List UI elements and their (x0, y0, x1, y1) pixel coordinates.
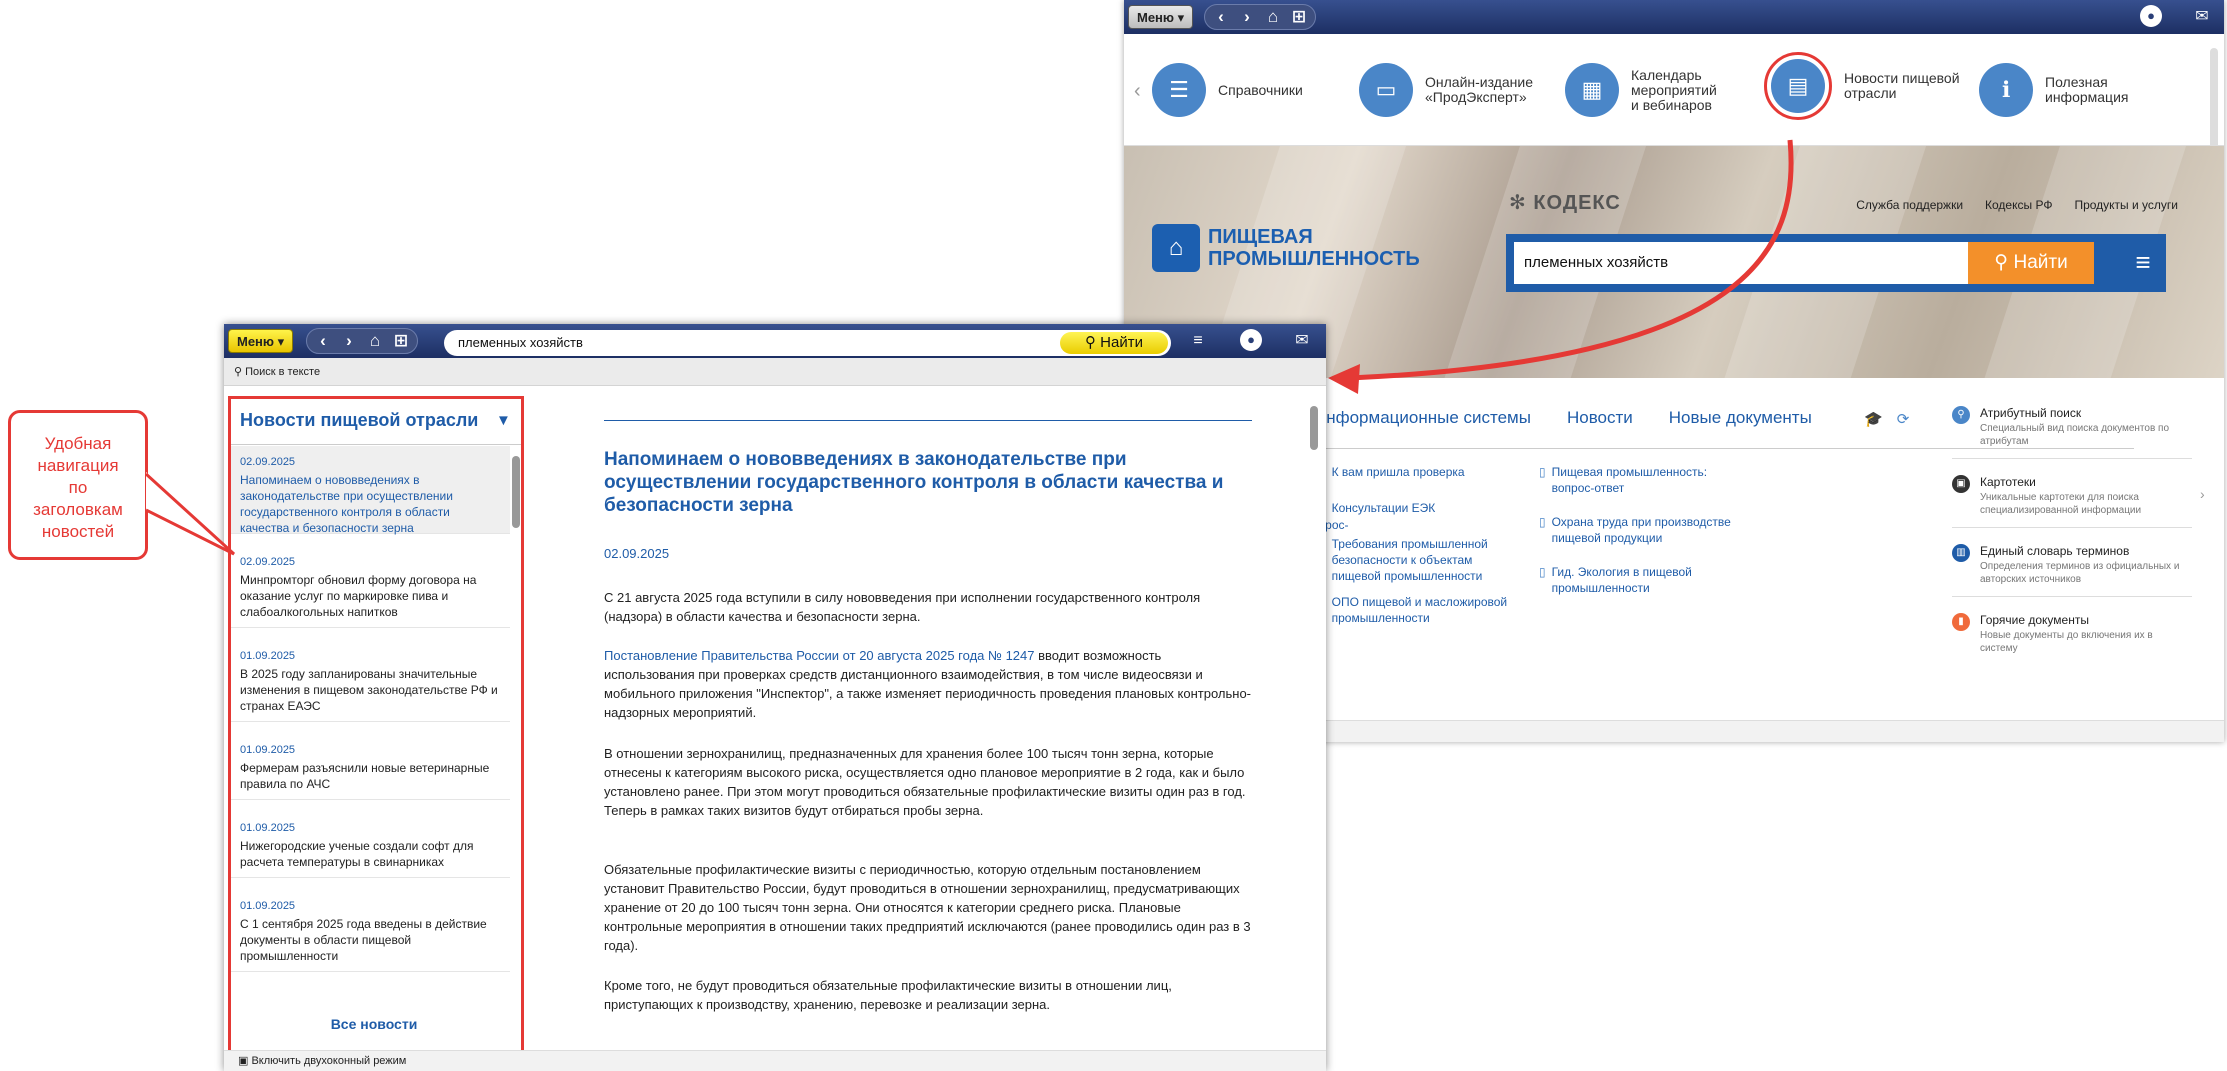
screen-icon: ▭ (1359, 63, 1413, 117)
book-icon: ▥ (1952, 544, 1970, 562)
front-find-button[interactable]: ⚲ Найти (1060, 332, 1168, 354)
front-menu-button[interactable]: Меню ▾ (228, 329, 294, 353)
forward-arrow-icon[interactable]: › (1237, 7, 1257, 27)
forward-arrow-icon[interactable]: › (339, 331, 359, 351)
front-nav-group: ‹ › ⌂ ⊞ (306, 328, 418, 354)
front-topbar: Меню ▾ ‹ › ⌂ ⊞ племенных хозяйств ⚲ Найт… (224, 324, 1326, 358)
doc-link[interactable]: ▯ Охрана труда при производстве пищевой п… (1539, 514, 1739, 546)
back-search-button-label: Найти (2013, 252, 2068, 273)
document-icon: ▯ (1539, 515, 1546, 529)
article-paragraph: Обязательные профилактические визиты с п… (604, 862, 1251, 953)
tile-label: Календарь мероприятий и вебинаров (1631, 66, 1717, 113)
front-find-label: Найти (1100, 334, 1143, 351)
back-search-button[interactable]: ⚲ Найти (1968, 242, 2094, 284)
factory-icon: ⌂ (1152, 224, 1200, 272)
tile-label: Новости пищевой отрасли (1844, 70, 1960, 101)
back-tabs: Информационные системы Новости Новые док… (1314, 408, 1812, 428)
dual-window-toggle[interactable]: Включить двухоконный режим (251, 1055, 406, 1067)
top-links: Служба поддержки Кодексы РФ Продукты и у… (1856, 198, 2178, 212)
doc-column-2: ▯ Пищевая промышленность: вопрос-ответ ▯ О… (1539, 464, 1739, 596)
doc-link[interactable]: ▯Требования промышленной безопасности к … (1319, 536, 1519, 584)
article-paragraph: В отношении зернохранилищ, предназначенн… (604, 746, 1246, 818)
callout-text: Удобная навигация по заголовкам новостей (33, 434, 123, 541)
pointer-arrow (1328, 139, 1794, 394)
attribute-search-item[interactable]: ⚲ Атрибутный поиск Специальный вид поиска… (1952, 406, 2192, 459)
card-icon: ▣ (1952, 475, 1970, 493)
refresh-icon[interactable]: ⟳ (1897, 410, 1910, 428)
list-icon: ☰ (1152, 63, 1206, 117)
back-hamburger-icon[interactable]: ≡ (2128, 246, 2158, 278)
text-search-toolbar: ⚲ Поиск в тексте (224, 358, 1326, 386)
back-menu-button[interactable]: Меню ▾ (1128, 5, 1194, 29)
doc-link[interactable]: ▯ Гид. Экология в пищевой промышленности (1539, 564, 1739, 596)
doc-link[interactable]: ▯К вам пришла проверка (1319, 464, 1519, 480)
resolution-link[interactable]: Постановление Правительства России от 20… (604, 648, 1035, 663)
front-status-bar: ▣ Включить двухоконный режим (224, 1050, 1326, 1071)
front-hamburger-icon[interactable]: ≡ (1186, 329, 1210, 353)
tab-news[interactable]: Новости (1567, 408, 1633, 428)
doc-link[interactable]: ▯Консультации ЕЭК (1319, 500, 1519, 516)
back-arrow-icon[interactable]: ‹ (1211, 7, 1231, 27)
products-link[interactable]: Продукты и услуги (2074, 198, 2178, 212)
front-user-icon[interactable]: ● (1240, 329, 1264, 353)
back-nav-group: ‹ › ⌂ ⊞ (1204, 4, 1316, 30)
card-files-item[interactable]: ▣ Картотеки Уникальные картотеки для поис… (1952, 475, 2192, 528)
support-link[interactable]: Служба поддержки (1856, 198, 1963, 212)
article-paragraph: Кроме того, не будут проводиться обязате… (604, 978, 1172, 1012)
document-icon: ▯ (1539, 565, 1546, 579)
tile-label: Онлайн-издание «ПродЭксперт» (1425, 74, 1534, 105)
back-user-icon[interactable]: ● (2140, 5, 2164, 29)
document-icon: ▯ (1539, 465, 1546, 479)
grid-icon[interactable]: ⊞ (391, 331, 411, 351)
tab-info-systems[interactable]: Информационные системы (1314, 408, 1531, 428)
tab-tools: 🎓 ⟳ (1864, 410, 1909, 428)
article-rule (604, 420, 1252, 421)
article-scrollbar[interactable] (1310, 406, 1318, 450)
magnifier-icon[interactable]: ⚲ (234, 366, 242, 378)
article-date: 02.09.2025 (604, 546, 670, 561)
tiles-prev-icon[interactable]: ‹ (1134, 80, 1141, 103)
back-topbar: Меню ▾ ‹ › ⌂ ⊞ ● ✉ (1124, 0, 2224, 34)
newspaper-icon: ▤ (1771, 59, 1825, 113)
grid-icon[interactable]: ⊞ (1289, 7, 1309, 27)
calendar-icon: ▦ (1565, 63, 1619, 117)
doc-link[interactable]: ▯ Пищевая промышленность: вопрос-ответ (1539, 464, 1739, 496)
search-in-text-button[interactable]: Поиск в тексте (245, 366, 320, 378)
sidebar-highlight-frame (228, 396, 524, 1054)
callout-pointer (146, 472, 236, 556)
back-menu-label: Меню (1137, 10, 1175, 25)
chevron-right-icon[interactable]: › (2200, 486, 2205, 502)
doc-link[interactable]: ▯ОПО пищевой и масложировой промышленнос… (1319, 594, 1519, 626)
tile-label: Справочники (1218, 81, 1303, 98)
front-menu-label: Меню (237, 334, 275, 349)
front-window: Меню ▾ ‹ › ⌂ ⊞ племенных хозяйств ⚲ Найт… (224, 324, 1326, 1071)
tile-handbooks[interactable]: ☰ Справочники (1152, 60, 1303, 120)
article-title: Напоминаем о нововведениях в законодател… (604, 449, 1224, 516)
right-panel: ⚲ Атрибутный поиск Специальный вид поиска… (1952, 406, 2192, 681)
article-paragraph: Постановление Правительства России от 20… (604, 648, 1252, 720)
doc-column-1: ▯К вам пришла проверка ▯Консультации ЕЭК… (1319, 464, 1519, 626)
back-arrow-icon[interactable]: ‹ (313, 331, 333, 351)
dual-window-icon[interactable]: ▣ (238, 1055, 248, 1067)
tile-food-news[interactable]: ▤ Новости пищевой отрасли (1764, 52, 1960, 120)
home-icon[interactable]: ⌂ (1263, 7, 1283, 27)
callout-bubble: Удобная навигация по заголовкам новостей (8, 410, 148, 560)
dictionary-item[interactable]: ▥ Единый словарь терминов Определения тер… (1952, 544, 2192, 597)
tile-useful-info[interactable]: ℹ Полезная информация (1979, 60, 2128, 120)
flame-icon: ▮ (1952, 613, 1970, 631)
home-icon[interactable]: ⌂ (365, 331, 385, 351)
tile-label: Полезная информация (2045, 74, 2129, 105)
article-paragraph: С 21 августа 2025 года вступили в силу н… (604, 590, 1201, 624)
tab-new-documents[interactable]: Новые документы (1669, 408, 1812, 428)
back-feedback-icon[interactable]: ✉ (2190, 5, 2214, 29)
front-feedback-icon[interactable]: ✉ (1290, 329, 1314, 353)
search-icon: ⚲ (1952, 406, 1970, 424)
info-icon: ℹ (1979, 63, 2033, 117)
graduation-cap-icon[interactable]: 🎓 (1864, 410, 1883, 428)
hot-documents-item[interactable]: ▮ Горячие документы Новые документы до вк… (1952, 613, 2192, 665)
codes-link[interactable]: Кодексы РФ (1985, 198, 2052, 212)
